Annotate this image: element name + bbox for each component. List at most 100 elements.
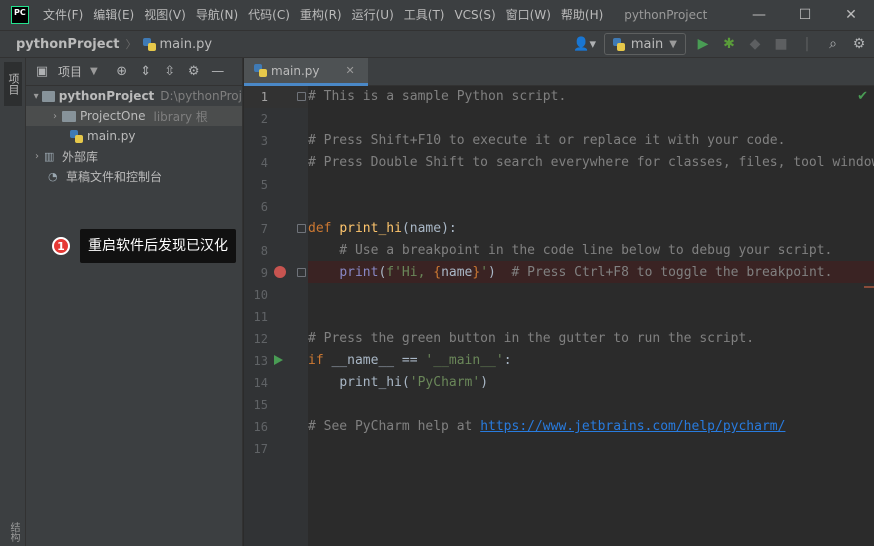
code-text: name [441,265,473,280]
error-stripe-marker[interactable] [864,286,874,288]
chevron-right-icon[interactable]: › [30,151,44,162]
annotation-text: 重启软件后发现已汉化 [80,229,236,263]
code-editor[interactable]: # This is a sample Python script. # Pres… [308,86,874,546]
folder-icon [62,110,76,122]
line-number: 2 [260,112,268,126]
project-panel: ▣ 项目 ▼ ⊕ ⇕ ⇳ ⚙ — ▾ pythonProject D:\pyth… [26,58,243,546]
stop-icon[interactable]: ■ [772,36,790,52]
annotation-callout: 1 重启软件后发现已汉化 [52,229,236,263]
project-tree: ▾ pythonProject D:\pythonProj › ProjectO… [26,86,242,186]
menu-run[interactable]: 运行(U) [347,0,399,30]
folder-icon [42,90,55,102]
navigation-bar: pythonProject 〉 main.py 👤▾ main ▼ ▶ ✱ ◆ … [0,30,874,58]
tree-item-suffix: library 根 [153,109,208,124]
line-number: 11 [253,310,268,324]
debug-icon[interactable]: ✱ [720,36,738,52]
run-config-selector[interactable]: main ▼ [604,33,686,55]
line-number: 8 [260,244,268,258]
menu-view[interactable]: 视图(V) [139,0,191,30]
locate-file-icon[interactable]: ⊕ [114,64,130,79]
collapse-all-icon[interactable]: ⇳ [162,64,178,79]
breadcrumb-separator-icon: 〉 [125,38,137,51]
code-line-12: # Press the green button in the gutter t… [308,328,874,350]
inspection-ok-icon[interactable]: ✔ [857,89,868,104]
run-icon[interactable]: ▶ [694,36,712,52]
fold-marker-icon[interactable] [297,92,306,101]
tree-item-project-root[interactable]: ▾ pythonProject D:\pythonProj [26,86,242,106]
toolbar-divider: | [804,36,810,52]
scratches-icon: ◔ [48,170,58,183]
close-button[interactable]: ✕ [828,0,874,30]
tree-item-main-py[interactable]: main.py [26,126,242,146]
breakpoint-icon[interactable] [274,266,286,278]
menu-help[interactable]: 帮助(H) [556,0,608,30]
fold-marker-icon[interactable] [297,268,306,277]
line-number: 12 [253,332,268,346]
settings-gear-icon[interactable]: ⚙ [850,36,868,52]
line-number: 10 [253,288,268,302]
project-tool-tab[interactable]: 项目 [4,62,22,106]
structure-tool-tab[interactable]: 结构 [6,522,21,542]
main-menu: 文件(F) 编辑(E) 视图(V) 导航(N) 代码(C) 重构(R) 运行(U… [38,0,608,30]
tree-item-external-libraries[interactable]: › ▥ 外部库 [26,146,242,166]
line-number: 16 [253,420,268,434]
menu-refactor[interactable]: 重构(R) [295,0,347,30]
breadcrumb-project[interactable]: pythonProject [16,37,120,52]
hide-panel-icon[interactable]: — [210,64,226,79]
library-icon: ▥ [44,150,55,163]
coverage-icon[interactable]: ◆ [746,36,764,52]
help-link[interactable]: https://www.jetbrains.com/help/pycharm/ [480,419,785,434]
expand-all-icon[interactable]: ⇕ [138,64,154,79]
code-line-1: # This is a sample Python script. [308,86,874,108]
menu-vcs[interactable]: VCS(S) [449,0,500,30]
line-number: 1 [260,90,268,104]
search-icon[interactable]: ⌕ [824,36,842,52]
line-number: 15 [253,398,268,412]
menu-tools[interactable]: 工具(T) [399,0,450,30]
code-comment: # See PyCharm help at [308,419,481,434]
chevron-down-icon[interactable]: ▼ [90,66,98,77]
code-function-name: print_hi [339,221,402,236]
fold-marker-icon[interactable] [297,224,306,233]
menu-edit[interactable]: 编辑(E) [88,0,139,30]
chevron-right-icon[interactable]: › [48,111,62,122]
menu-code[interactable]: 代码(C) [243,0,295,30]
code-text: : [503,353,512,368]
tree-item-projectone[interactable]: › ProjectOne library 根 [26,106,242,126]
pycharm-logo-icon: PC [11,6,29,24]
tree-item-label: main.py [87,129,136,143]
line-number: 3 [260,134,268,148]
code-comment: # Press the green button in the gutter t… [308,331,755,346]
chevron-down-icon[interactable]: ▾ [30,91,42,102]
tree-item-label: ProjectOne [80,109,146,123]
code-comment: # Press Ctrl+F8 to toggle the breakpoint… [511,265,833,280]
editor-tab-bar: main.py ✕ [244,58,874,86]
code-comment: # This is a sample Python script. [308,89,567,104]
menu-file[interactable]: 文件(F) [38,0,88,30]
code-line-13: if __name__ == '__main__': [308,350,874,372]
breadcrumb-file[interactable]: main.py [142,36,213,52]
code-string: '__main__' [425,353,504,368]
minimize-button[interactable]: — [736,0,782,30]
python-file-icon [142,37,156,51]
tree-item-scratches[interactable]: ◔ 草稿文件和控制台 [26,166,242,186]
tree-item-path: D:\pythonProj [160,89,242,103]
line-number: 6 [260,200,268,214]
maximize-button[interactable]: ☐ [782,0,828,30]
code-text: (name): [401,221,457,236]
tab-main-py[interactable]: main.py ✕ [244,58,368,86]
menu-window[interactable]: 窗口(W) [501,0,556,30]
project-view-icon: ▣ [35,64,49,79]
code-comment: # Press Shift+F10 to execute it or repla… [308,133,786,148]
title-bar: PC 文件(F) 编辑(E) 视图(V) 导航(N) 代码(C) 重构(R) 运… [0,0,874,30]
window-controls: — ☐ ✕ [736,0,874,30]
menu-navigate[interactable]: 导航(N) [191,0,243,30]
run-gutter-icon[interactable] [274,355,283,365]
breadcrumb-file-label: main.py [159,36,213,52]
panel-settings-gear-icon[interactable]: ⚙ [186,64,202,79]
line-number: 7 [260,222,268,236]
user-account-icon[interactable]: 👤▾ [573,37,596,52]
close-icon[interactable]: ✕ [346,64,355,77]
project-panel-title[interactable]: 项目 [58,63,82,80]
tree-item-label: 草稿文件和控制台 [66,169,163,184]
